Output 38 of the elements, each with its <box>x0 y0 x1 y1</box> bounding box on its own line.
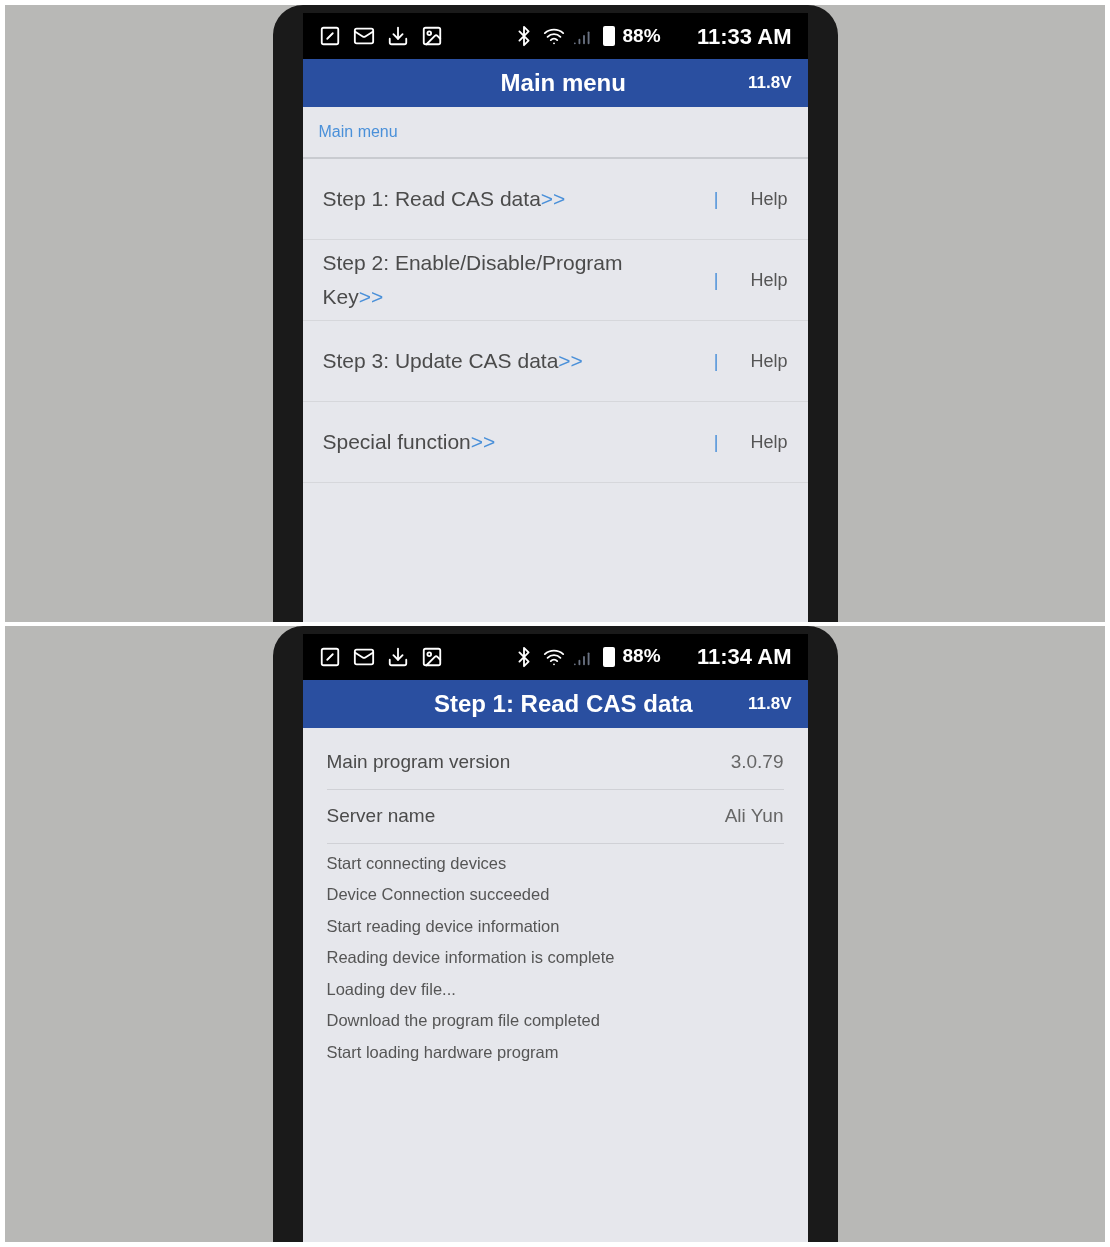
clock-time: 11:34 AM <box>696 643 792 671</box>
download-icon <box>386 645 409 668</box>
download-icon <box>386 25 409 47</box>
help-link[interactable]: Help <box>750 347 788 375</box>
battery-icon <box>602 646 615 667</box>
info-value: 3.0.79 <box>730 749 784 774</box>
image-icon <box>420 25 443 47</box>
help-link[interactable]: Help <box>750 428 788 456</box>
menu-item[interactable]: Step 3: Update CAS data>> <box>322 344 663 378</box>
divider-mark: | <box>713 187 719 211</box>
divider-mark: | <box>713 349 719 373</box>
help-link[interactable]: Help <box>750 266 788 294</box>
screen-title: Step 1: Read CAS data <box>432 688 694 719</box>
log-line: Reading device information is complete <box>326 947 616 968</box>
info-label: Main program version <box>326 749 511 774</box>
menu-item[interactable]: Step 1: Read CAS data>> <box>322 182 663 216</box>
log-line: Device Connection succeeded <box>326 884 551 905</box>
log-line: Start loading hardware program <box>326 1041 560 1063</box>
battery-percent: 88% <box>622 23 661 48</box>
divider-mark: | <box>713 430 719 454</box>
clock-time: 11:33 AM <box>696 22 792 51</box>
mail-icon <box>352 25 375 47</box>
log-line: Loading dev file... <box>326 978 457 1000</box>
image-icon <box>420 645 443 668</box>
log-line: Start reading device information <box>326 915 561 937</box>
info-label: Server name <box>326 803 436 828</box>
battery-icon <box>602 26 615 46</box>
divider-mark: | <box>713 268 719 292</box>
menu-item[interactable]: Special function>> <box>322 425 663 459</box>
log-line: Download the program file completed <box>326 1010 601 1031</box>
help-link[interactable]: Help <box>750 185 788 213</box>
voltage-reading: 11.8V <box>748 72 792 95</box>
voltage-reading: 11.8V <box>748 692 792 715</box>
menu-item[interactable]: Step 2: Enable/Disable/Program Key>> <box>322 246 663 314</box>
battery-percent: 88% <box>622 644 661 669</box>
screen-title: Main menu <box>499 68 627 98</box>
info-value: Ali Yun <box>724 803 784 828</box>
log-line: Start connecting devices <box>326 852 508 874</box>
